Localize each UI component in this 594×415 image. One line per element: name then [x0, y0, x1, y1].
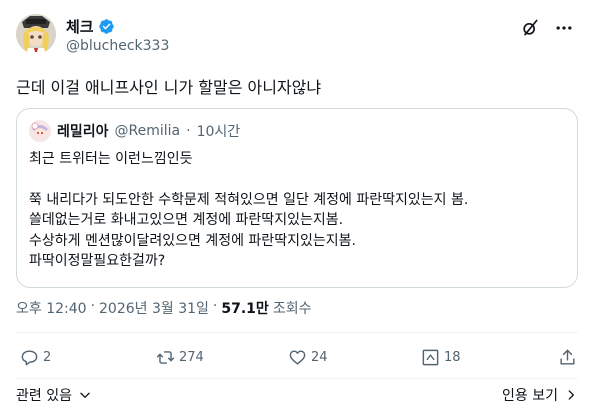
quoted-line-blank [29, 170, 565, 190]
grok-icon[interactable] [520, 18, 540, 38]
author-display-name[interactable]: 체크 [66, 16, 94, 37]
quoted-tweet[interactable]: 레밀리아 @Remilia · 10시간 최근 트위터는 이런느낌인듯 쭉 내리… [16, 108, 578, 288]
quoted-tweet-header: 레밀리아 @Remilia · 10시간 [29, 120, 240, 142]
like-count: 24 [311, 350, 328, 365]
quoted-line: 수상하게 멘션많이달려있으면 계정에 파란딱지있는지봄. [29, 232, 356, 249]
separator-dot: · [212, 298, 218, 314]
view-quotes-label: 인용 보기 [502, 388, 558, 404]
tweet-date[interactable]: 2026년 3월 31일 [99, 298, 209, 318]
tweet-header: 체크 @blucheck333 [16, 14, 578, 62]
heart-icon [289, 350, 306, 365]
chevron-down-icon [80, 392, 90, 398]
author-name-row: 체크 [66, 16, 115, 37]
tweet-meta: 오후 12:40 · 2026년 3월 31일 · 57.1만 조회수 [16, 298, 311, 318]
quoted-author-handle: @Remilia [114, 123, 181, 139]
share-icon [560, 349, 575, 365]
verified-badge-icon[interactable] [98, 18, 115, 35]
retweet-icon [156, 351, 175, 364]
like-button[interactable]: 24 [288, 348, 328, 367]
reply-icon [21, 350, 38, 366]
action-bar: 2 274 24 18 [16, 344, 578, 372]
reply-count: 2 [43, 350, 52, 365]
view-count-label: 조회수 [272, 301, 312, 317]
share-button[interactable] [558, 348, 577, 367]
quoted-author-name: 레밀리아 [57, 124, 109, 140]
quoted-line: 쭉 내리다가 되도안한 수학문제 적혀있으면 일단 계정에 파란딱지있는지 봄. [29, 191, 469, 208]
bookmark-button[interactable]: 18 [421, 348, 461, 367]
chevron-right-icon [568, 390, 574, 400]
separator-dot: · [186, 123, 191, 139]
quoted-tweet-time: 10시간 [196, 124, 241, 140]
view-quotes-link[interactable]: 인용 보기 [502, 385, 578, 405]
quoted-line: 최근 트위터는 이런느낌인듯 [29, 151, 193, 167]
related-dropdown[interactable]: 관련 있음 [16, 385, 92, 405]
bookmark-count: 18 [444, 350, 461, 365]
quoted-line: 파딱이정말필요한걸까? [29, 253, 166, 269]
quoted-line: 쓸데없는거로 화내고있으면 계정에 파란딱지있는지봄. [29, 212, 344, 228]
separator-dot: · [90, 298, 96, 314]
tweet-time[interactable]: 오후 12:40 [16, 298, 87, 318]
more-icon[interactable] [554, 18, 574, 38]
tweet-text: 근데 이걸 애니프사인 니가 할말은 아니자않냐 [16, 78, 322, 97]
view-count: 57.1만 [221, 301, 269, 317]
bar-chart-icon [422, 349, 439, 366]
related-label: 관련 있음 [16, 388, 72, 404]
retweet-count: 274 [179, 350, 204, 365]
reply-button[interactable]: 2 [20, 348, 51, 367]
retweet-button[interactable]: 274 [156, 348, 204, 367]
quoted-tweet-body: 최근 트위터는 이런느낌인듯 쭉 내리다가 되도안한 수학문제 적혀있으면 일단… [29, 149, 565, 272]
divider [16, 332, 578, 333]
divider [16, 378, 578, 379]
author-avatar[interactable] [16, 14, 56, 54]
author-handle[interactable]: @blucheck333 [66, 38, 169, 54]
quoted-author-avatar [29, 120, 51, 142]
